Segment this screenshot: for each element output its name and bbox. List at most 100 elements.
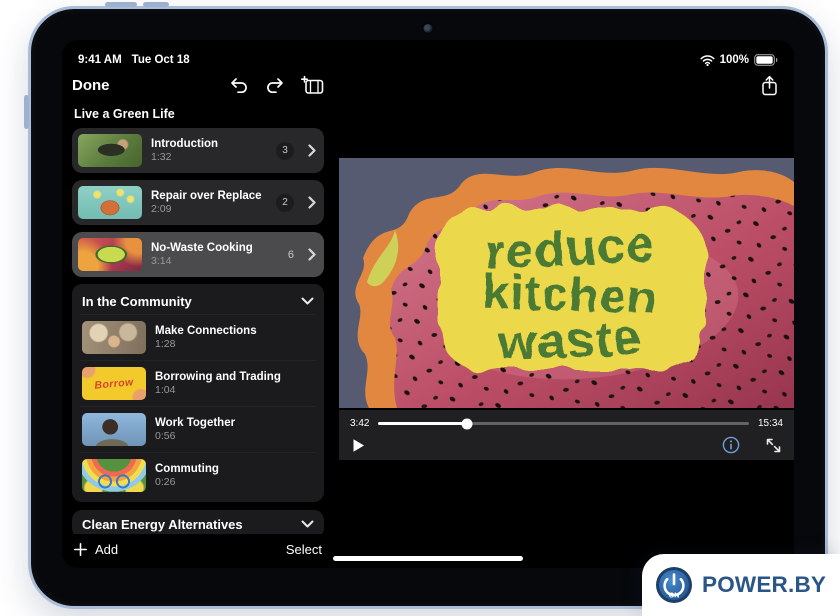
video-artwork: reduce kitchen waste xyxy=(339,158,794,408)
clock: 9:41 AM xyxy=(78,54,122,66)
section-group-in-the-community: In the Community Make Connections1:28 Borr… xyxy=(72,284,324,502)
lesson-meta: Introduction1:32 xyxy=(151,138,218,164)
progress-track[interactable] xyxy=(378,422,749,425)
lesson-duration: 0:56 xyxy=(155,430,235,442)
video-player-pane: reduce kitchen waste 3:42 xyxy=(334,69,794,568)
lesson-title: Commuting xyxy=(155,463,219,475)
lesson-meta: Repair over Replace2:09 xyxy=(151,190,262,216)
lesson-row-make-connections[interactable]: Make Connections1:28 xyxy=(80,314,316,360)
add-label: Add xyxy=(95,542,118,557)
clip-count-badge: 3 xyxy=(276,142,294,160)
section-header-in-the-community[interactable]: In the Community xyxy=(80,286,316,314)
power-on-icon: ON xyxy=(655,566,693,604)
lesson-row-commuting[interactable]: Commuting0:26 xyxy=(80,452,316,498)
product-photo: 9:41 AM Tue Oct 18 100% xyxy=(0,0,840,616)
lesson-title: Introduction xyxy=(151,138,218,150)
battery-icon xyxy=(754,54,778,66)
status-right: 100% xyxy=(700,54,778,66)
volume-down-button xyxy=(143,2,169,7)
plus-icon xyxy=(74,543,87,556)
lesson-duration: 1:04 xyxy=(155,384,281,396)
lesson-row-repair-over-replace[interactable]: Repair over Replace2:092 xyxy=(72,180,324,225)
lesson-meta: Borrowing and Trading1:04 xyxy=(155,371,281,397)
ipad-screen: 9:41 AM Tue Oct 18 100% xyxy=(62,40,794,568)
lesson-duration: 3:14 xyxy=(151,255,253,267)
done-button[interactable]: Done xyxy=(72,77,110,94)
lesson-duration: 2:09 xyxy=(151,203,262,215)
sidebar-footer: Add Select xyxy=(72,534,324,568)
share-icon[interactable] xyxy=(761,75,778,96)
power-icon-label: ON xyxy=(669,593,680,600)
lesson-duration: 1:28 xyxy=(155,338,257,350)
lesson-title: No-Waste Cooking xyxy=(151,242,253,254)
lesson-row-no-waste-cooking[interactable]: No-Waste Cooking3:14 6 xyxy=(72,232,324,277)
lesson-title: Borrowing and Trading xyxy=(155,371,281,383)
friends-photo-thumbnail xyxy=(82,321,146,354)
lesson-row-introduction[interactable]: Introduction1:32 3 xyxy=(72,128,324,173)
chevron-right-icon xyxy=(308,248,316,261)
scrubber-row: 3:42 15:34 xyxy=(339,410,794,429)
lesson-meta: Commuting0:26 xyxy=(155,463,219,489)
chevron-down-icon xyxy=(301,520,314,528)
clip-count-badge: 6 xyxy=(288,249,294,261)
total-time: 15:34 xyxy=(758,418,783,429)
chevron-right-icon xyxy=(308,144,316,157)
info-icon[interactable] xyxy=(722,436,740,454)
play-button[interactable] xyxy=(352,438,365,453)
home-indicator[interactable] xyxy=(333,556,523,561)
volume-up-button xyxy=(105,2,137,7)
lesson-meta: No-Waste Cooking3:14 xyxy=(151,242,253,268)
video-title-word: waste xyxy=(496,310,643,371)
lesson-title: Make Connections xyxy=(155,325,257,337)
section-title: In the Community xyxy=(82,294,192,309)
chevron-right-icon xyxy=(308,196,316,209)
portrait-photo-thumbnail xyxy=(82,413,146,446)
toolbar-icons xyxy=(229,76,324,95)
watermark-badge: ON POWER.BY xyxy=(642,554,840,616)
lesson-meta: Work Together0:56 xyxy=(155,417,235,443)
watermark-brand: POWER.BY xyxy=(702,572,826,598)
playback-controls: 3:42 15:34 xyxy=(339,410,794,460)
ipad-device: 9:41 AM Tue Oct 18 100% xyxy=(28,6,828,609)
lesson-duration: 1:32 xyxy=(151,151,218,163)
section-header-clean-energy-alternatives[interactable]: Clean Energy Alternatives xyxy=(72,510,324,534)
imovie-app: Done xyxy=(62,69,794,568)
scrubber-handle[interactable] xyxy=(462,418,473,429)
add-button[interactable]: Add xyxy=(74,542,118,557)
lesson-title: Work Together xyxy=(155,417,235,429)
video-frame[interactable]: reduce kitchen waste xyxy=(339,158,794,408)
elapsed-time: 3:42 xyxy=(350,418,369,429)
status-bar: 9:41 AM Tue Oct 18 100% xyxy=(62,40,794,69)
lesson-row-work-together[interactable]: Work Together0:56 xyxy=(80,406,316,452)
top-button xyxy=(24,95,29,129)
lesson-list: Live a Green Life Introduction1:32 3 Repair… xyxy=(72,101,324,534)
sidebar-toolbar: Done xyxy=(72,69,324,101)
lesson-sidebar: Done xyxy=(62,69,334,568)
grass-photo-thumbnail xyxy=(78,134,142,167)
bicycle-illustration-thumbnail xyxy=(82,459,146,492)
thumbnail-art-text: Borrow xyxy=(82,367,146,400)
add-to-filmstrip-icon[interactable] xyxy=(301,76,324,95)
borrow-illustration-thumbnail: Borrow xyxy=(82,367,146,400)
progress-fill xyxy=(378,422,467,425)
dragonfruit-title-thumbnail xyxy=(78,238,142,271)
lesson-title: Repair over Replace xyxy=(151,190,262,202)
fullscreen-icon[interactable] xyxy=(766,438,781,453)
repair-illustration-thumbnail xyxy=(78,186,142,219)
section-title-live-a-green-life: Live a Green Life xyxy=(74,107,322,121)
select-button[interactable]: Select xyxy=(286,542,322,557)
front-camera xyxy=(424,24,433,33)
section-title: Clean Energy Alternatives xyxy=(82,517,243,532)
date: Tue Oct 18 xyxy=(132,54,190,66)
buttons-row xyxy=(339,429,794,454)
chevron-down-icon xyxy=(301,297,314,305)
lesson-meta: Make Connections1:28 xyxy=(155,325,257,351)
wifi-icon xyxy=(700,55,715,66)
right-controls xyxy=(722,436,781,454)
lesson-duration: 0:26 xyxy=(155,476,219,488)
player-toolbar xyxy=(334,69,794,101)
lesson-row-borrowing-and-trading[interactable]: Borrow Borrowing and Trading1:04 xyxy=(80,360,316,406)
redo-icon[interactable] xyxy=(265,77,285,94)
undo-icon[interactable] xyxy=(229,77,249,94)
battery-percent: 100% xyxy=(720,54,749,66)
